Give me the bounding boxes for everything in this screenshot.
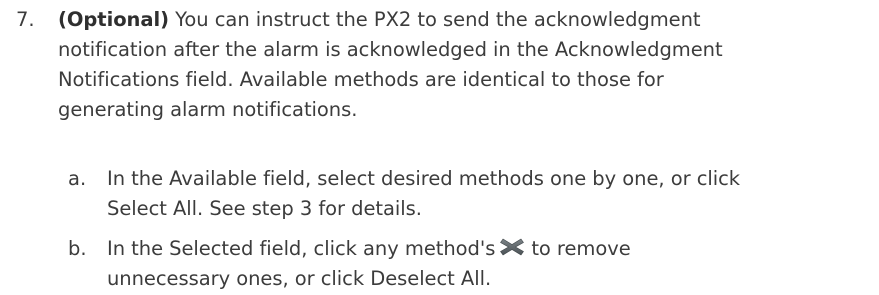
substep-letter: b. bbox=[68, 237, 87, 260]
optional-label: (Optional) bbox=[58, 8, 169, 31]
substep-b-line-2: unnecessary ones, or click Deselect All. bbox=[107, 267, 492, 290]
substep-b-line-1-before: In the Selected field, click any method'… bbox=[107, 237, 496, 260]
substep-letter: a. bbox=[68, 167, 87, 190]
substep-a-line-1: In the Available field, select desired m… bbox=[107, 167, 741, 190]
substep-b-text: In the Selected field, click any method'… bbox=[107, 234, 877, 294]
step-7-text: (Optional) You can instruct the PX2 to s… bbox=[58, 5, 873, 125]
step-7-line-2: notification after the alarm is acknowle… bbox=[58, 38, 723, 61]
substep-a-text: In the Available field, select desired m… bbox=[107, 164, 877, 224]
remove-x-icon bbox=[499, 236, 525, 258]
step-7-line-3: Notifications field. Available methods a… bbox=[58, 68, 664, 91]
step-7-line-1-rest: You can instruct the PX2 to send the ack… bbox=[169, 8, 701, 31]
step-number: 7. bbox=[16, 8, 35, 31]
step-7-line-1: (Optional) You can instruct the PX2 to s… bbox=[58, 5, 873, 35]
substep-b-line-1-after: to remove bbox=[531, 237, 631, 260]
substep-b-line-1: In the Selected field, click any method'… bbox=[107, 234, 877, 264]
substep-a-line-2: Select All. See step 3 for details. bbox=[107, 197, 422, 220]
step-7-line-4: generating alarm notifications. bbox=[58, 98, 358, 121]
